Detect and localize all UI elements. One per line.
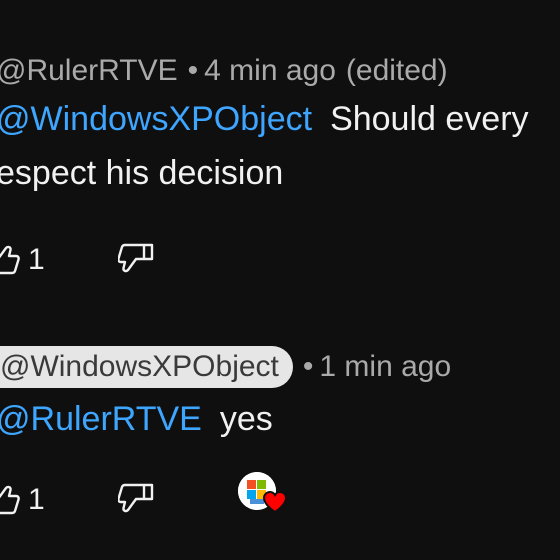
comment-text-continued: espect his decision [0, 154, 284, 192]
comment-text-part: Should every [330, 100, 529, 138]
meta-separator: • [302, 350, 314, 383]
edited-label: (edited) [345, 54, 448, 87]
heart-icon [262, 490, 288, 514]
comment-time[interactable]: 1 min ago [319, 350, 451, 384]
comment-actions: 1 [0, 472, 288, 520]
like-button[interactable]: 1 [0, 483, 45, 517]
thumb-up-icon [0, 485, 20, 515]
comment: @WindowsXPObject • 1 min ago @RulerRTVE y… [0, 346, 560, 516]
comment-text: @WindowsXPObject Should every [0, 92, 560, 146]
thumb-down-icon [118, 483, 154, 513]
comment-meta: @RulerRTVE • 4 min ago (edited) [0, 50, 560, 92]
like-button[interactable]: 1 [0, 243, 45, 277]
meta-separator: • [187, 54, 199, 87]
dislike-button[interactable] [118, 242, 154, 274]
like-count: 1 [28, 243, 45, 276]
comment-actions: 1 [0, 240, 154, 280]
mention-link[interactable]: @RulerRTVE [0, 400, 202, 438]
thumb-up-icon [0, 245, 20, 275]
thumb-down-icon [118, 243, 154, 273]
comment-text-part: yes [219, 400, 273, 438]
like-count: 1 [28, 483, 45, 516]
dislike-button[interactable] [118, 482, 154, 514]
creator-heart-badge [238, 472, 290, 520]
comment-text: @RulerRTVE yes [0, 392, 560, 446]
comment: @RulerRTVE • 4 min ago (edited) @Windows… [0, 50, 560, 276]
comment-author[interactable]: @RulerRTVE [0, 54, 178, 88]
comment-meta: @WindowsXPObject • 1 min ago [0, 346, 560, 388]
comment-time[interactable]: 4 min ago [204, 54, 336, 88]
comment-author-chip[interactable]: @WindowsXPObject [0, 346, 293, 388]
mention-link[interactable]: @WindowsXPObject [0, 100, 312, 138]
